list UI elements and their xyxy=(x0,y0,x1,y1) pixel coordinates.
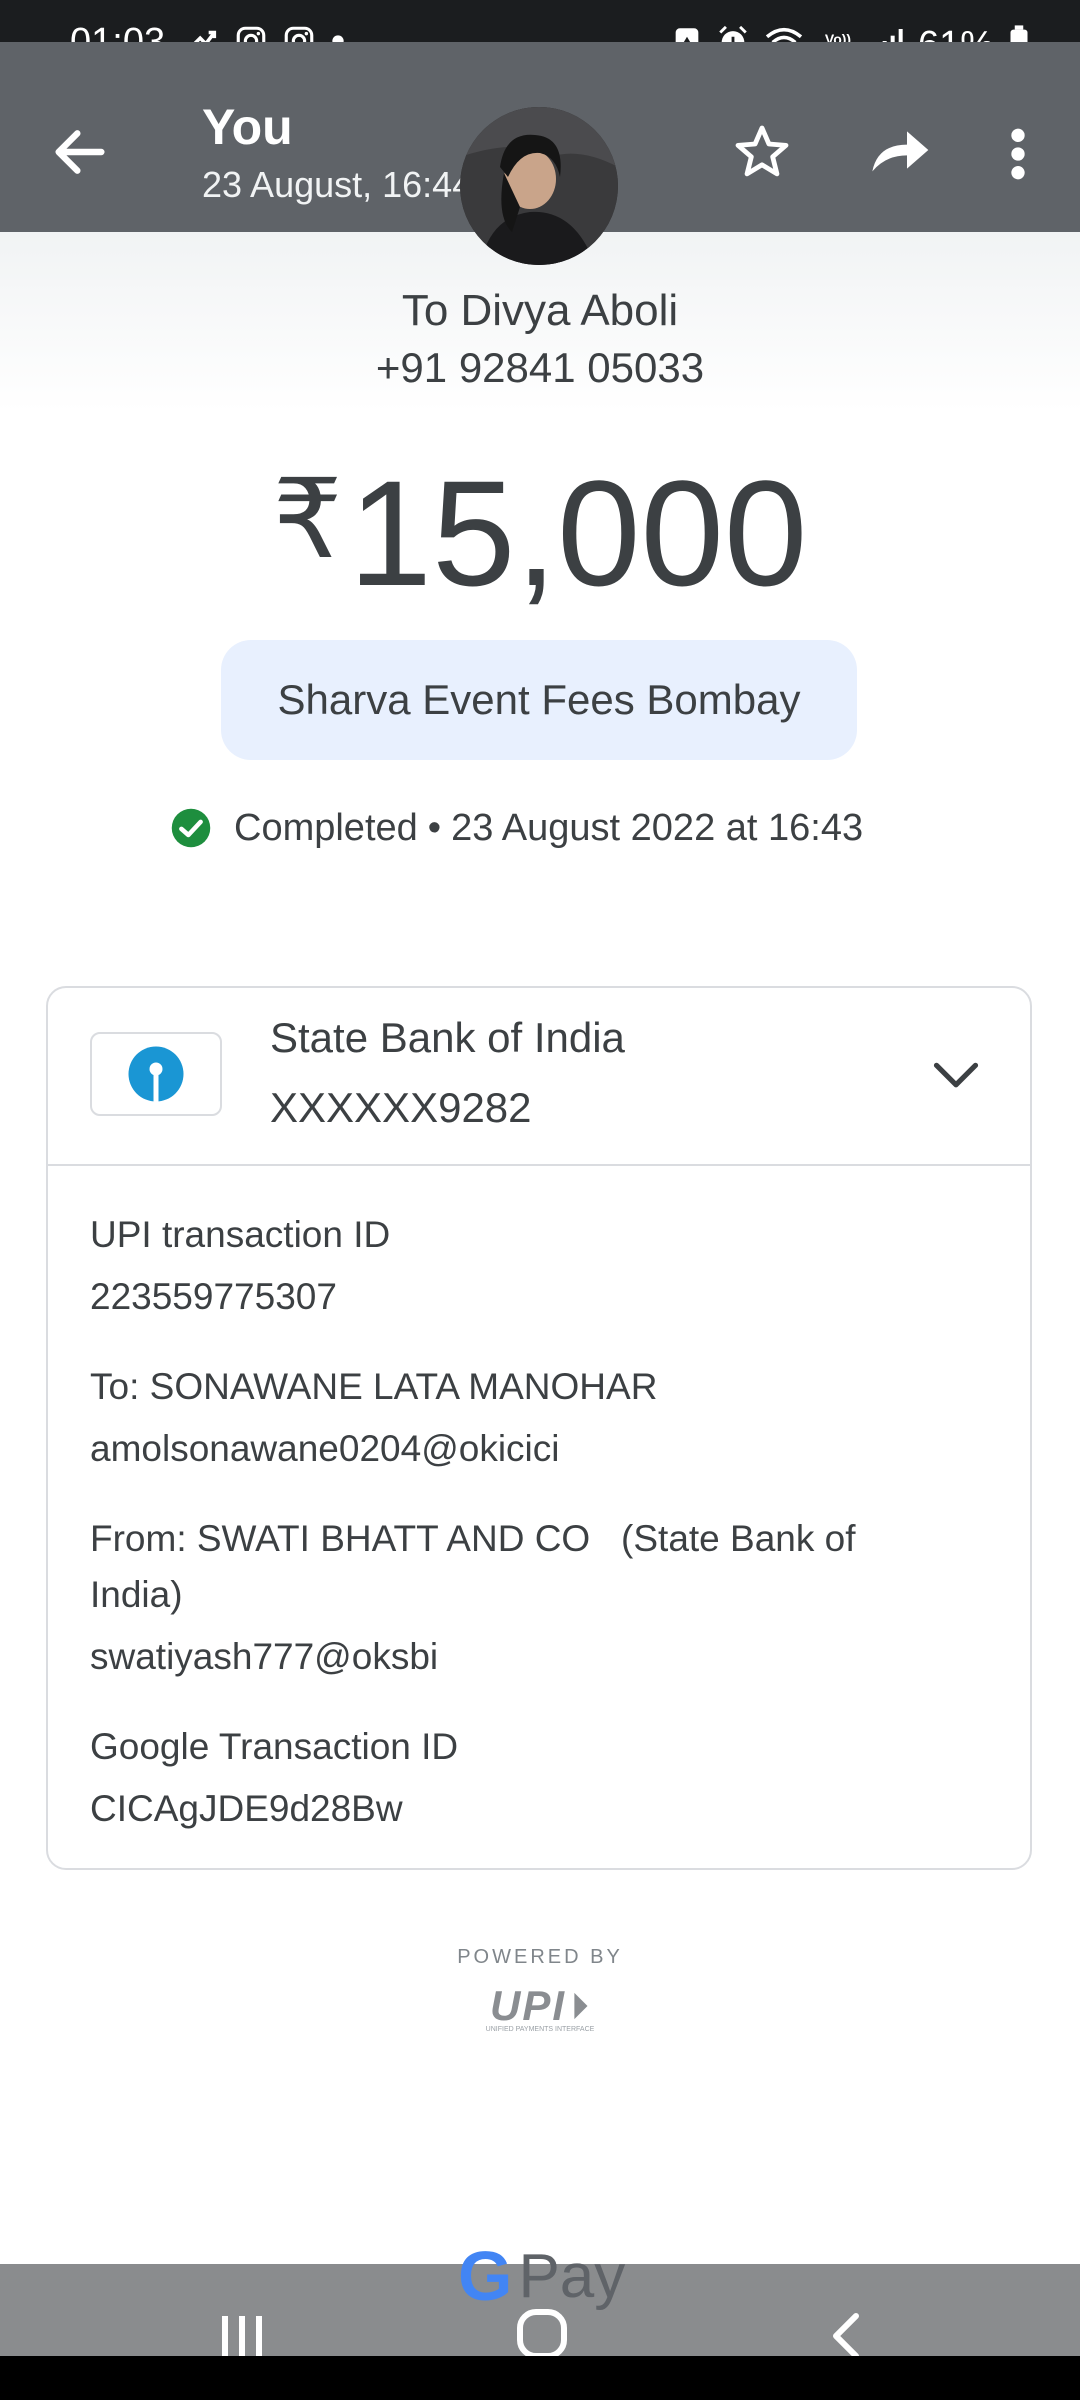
more-vert-icon[interactable] xyxy=(1000,122,1036,186)
navigation-bar-bottom xyxy=(0,2356,1080,2400)
star-icon[interactable] xyxy=(730,120,794,184)
currency-symbol: ₹ xyxy=(272,458,343,581)
share-icon[interactable] xyxy=(864,118,934,182)
amount-value: 15,000 xyxy=(348,449,808,617)
gpay-text: Pay xyxy=(518,2241,626,2311)
status-text: Completed xyxy=(234,806,418,849)
chevron-down-icon[interactable] xyxy=(930,1052,982,1096)
from-label-line-2: India) xyxy=(90,1574,183,1615)
check-circle-icon xyxy=(170,807,212,849)
status-row: Completed • 23 August 2022 at 16:43 xyxy=(170,800,863,856)
back-arrow-icon[interactable] xyxy=(48,120,112,184)
home-icon[interactable] xyxy=(512,2304,572,2364)
from-label-line-1: From: SWATI BHATT AND CO (State Bank of xyxy=(90,1518,856,1559)
amount: ₹15,000 xyxy=(0,430,1080,623)
recipient-phone: +91 92841 05033 xyxy=(375,344,705,391)
gpay-g: G xyxy=(458,2237,513,2315)
status-datetime: 23 August 2022 at 16:43 xyxy=(451,806,864,849)
bank-name: State Bank of India xyxy=(270,1014,625,1061)
from-upi-id: swatiyash777@oksbi xyxy=(90,1636,439,1677)
bank-account-number: XXXXXX9282 xyxy=(270,1084,532,1131)
avatar xyxy=(460,107,618,265)
sbi-logo-icon xyxy=(90,1032,222,1116)
upi-logo-text: UPI xyxy=(489,1982,566,2029)
status-separator: • xyxy=(427,806,442,849)
upi-transaction-id-value: 223559775307 xyxy=(90,1276,337,1317)
upi-logo: UPI xyxy=(480,1982,600,2030)
google-transaction-id-label: Google Transaction ID xyxy=(90,1726,459,1767)
google-transaction-id-value: CICAgJDE9d28Bw xyxy=(90,1788,403,1829)
upi-tagline: UNIFIED PAYMENTS INTERFACE xyxy=(485,2026,595,2033)
powered-by-label: POWERED BY xyxy=(457,1946,623,1968)
upi-transaction-id-label: UPI transaction ID xyxy=(90,1214,391,1255)
to-upi-id: amolsonawane0204@okicici xyxy=(90,1428,560,1469)
to-label: To: SONAWANE LATA MANOHAR xyxy=(90,1366,658,1407)
recipient-name: To Divya Aboli xyxy=(401,286,679,335)
payment-note: Sharva Event Fees Bombay xyxy=(221,640,857,760)
card-divider xyxy=(46,1164,1032,1166)
app-bar-subtitle: 23 August, 16:44 xyxy=(202,164,473,205)
app-bar-title: You xyxy=(202,99,293,155)
